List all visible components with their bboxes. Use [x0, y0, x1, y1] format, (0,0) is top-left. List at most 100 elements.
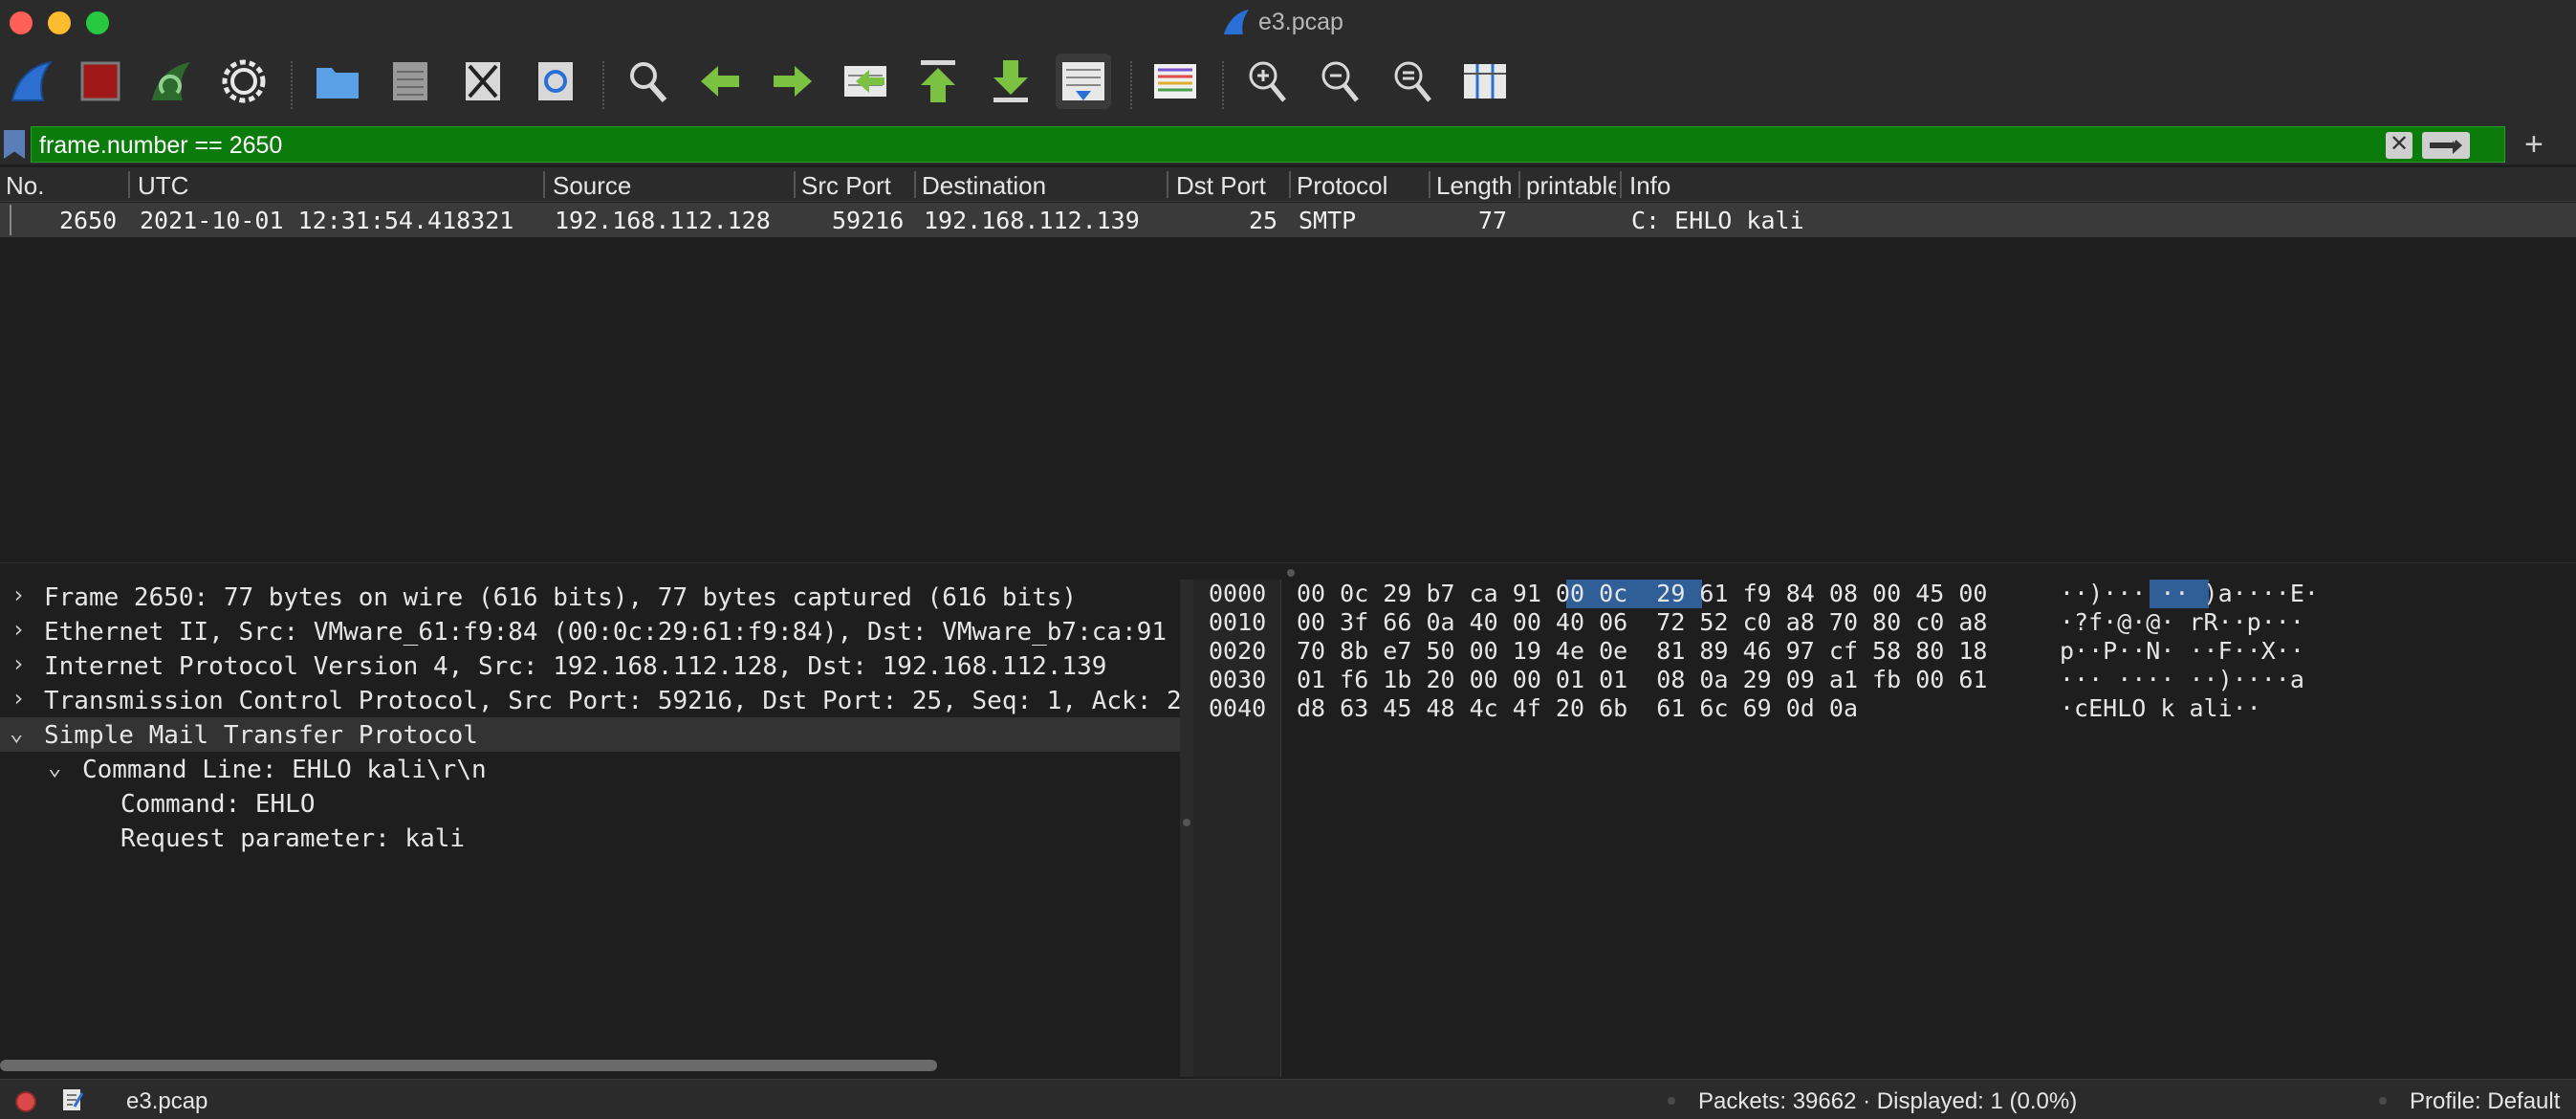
start-capture-button[interactable]: [4, 54, 59, 109]
add-filter-button-icon[interactable]: +: [2524, 126, 2543, 164]
byte-offset: 0030: [1209, 666, 1267, 693]
packet-no: 2650: [59, 207, 118, 234]
detail-tree-item-ethernet[interactable]: › Ethernet II, Src: VMware_61:f9:84 (00:…: [0, 614, 1180, 648]
resize-columns-button[interactable]: [1457, 54, 1513, 109]
display-filter-box: ✕: [31, 126, 2505, 163]
detail-text: Command: EHLO: [120, 790, 316, 819]
column-divider[interactable]: [1167, 171, 1168, 198]
minimize-window-button[interactable]: [48, 11, 71, 34]
status-bar: e3.pcap Packets: 39662 · Displayed: 1 (0…: [0, 1079, 2576, 1119]
column-header-info[interactable]: Info: [1629, 171, 1916, 201]
horizontal-pane-splitter[interactable]: [0, 562, 2576, 580]
colorize-button[interactable]: [1147, 54, 1203, 109]
column-header-destination[interactable]: Destination: [922, 171, 1161, 201]
detail-tree-item-request-parameter[interactable]: Request parameter: kali: [0, 821, 1180, 855]
arrow-right-icon: [2430, 137, 2462, 154]
toolbar-separator: [1222, 61, 1224, 109]
restart-fin-icon: [152, 62, 190, 100]
packet-utc: 2021-10-01 12:31:54.418321: [140, 207, 514, 234]
column-header-utc[interactable]: UTC: [138, 171, 539, 201]
column-header-protocol[interactable]: Protocol: [1297, 171, 1421, 201]
column-header-no[interactable]: No.: [6, 171, 120, 201]
hex-bytes[interactable]: 70 8b e7 50 00 19 4e 0e 81 89 46 97 cf 5…: [1297, 637, 1987, 665]
collapse-chevron-icon[interactable]: ⌄: [10, 719, 23, 746]
toolbar-separator: [602, 61, 604, 109]
detail-tree-item-command-line[interactable]: ⌄ Command Line: EHLO kali\r\n: [0, 752, 1180, 786]
clear-filter-icon[interactable]: ✕: [2386, 132, 2412, 159]
column-divider[interactable]: [1429, 171, 1430, 198]
stop-capture-button[interactable]: [73, 54, 128, 109]
zoom-in-button[interactable]: [1239, 54, 1295, 109]
detail-tree-item-smtp[interactable]: ⌄ Simple Mail Transfer Protocol: [0, 717, 1180, 752]
recent-filters-chevron-icon[interactable]: ▾: [2450, 128, 2458, 148]
expert-info-icon[interactable]: [15, 1091, 36, 1112]
ascii-bytes[interactable]: ·?f·@·@· rR··p···: [2060, 608, 2304, 636]
detail-tree-item-frame[interactable]: › Frame 2650: 77 bytes on wire (616 bits…: [0, 580, 1180, 614]
column-header-src-port[interactable]: Src Port: [801, 171, 916, 201]
go-to-packet-button[interactable]: [838, 54, 893, 109]
detail-tree-item-command[interactable]: Command: EHLO: [0, 786, 1180, 821]
hex-bytes[interactable]: 00 0c 29 b7 ca 91 00 0c 29 61 f9 84 08 0…: [1297, 580, 1987, 607]
save-file-button[interactable]: [382, 54, 438, 109]
go-first-button[interactable]: [910, 54, 966, 109]
close-file-button[interactable]: [455, 54, 511, 109]
column-header-source[interactable]: Source: [553, 171, 792, 201]
packet-details-pane: › Frame 2650: 77 bytes on wire (616 bits…: [0, 580, 1180, 1067]
column-divider[interactable]: [1620, 171, 1622, 198]
hex-bytes[interactable]: 01 f6 1b 20 00 00 01 01 08 0a 29 09 a1 f…: [1297, 666, 1987, 693]
collapse-chevron-icon[interactable]: ⌄: [48, 754, 61, 780]
detail-tree-item-tcp[interactable]: › Transmission Control Protocol, Src Por…: [0, 683, 1180, 717]
column-divider[interactable]: [794, 171, 796, 198]
expand-chevron-icon[interactable]: ›: [11, 616, 25, 643]
go-last-button[interactable]: [983, 54, 1038, 109]
apply-filter-button[interactable]: [2422, 132, 2470, 159]
expand-chevron-icon[interactable]: ›: [11, 685, 25, 712]
ascii-bytes[interactable]: p··P··N· ··F··X··: [2060, 637, 2304, 665]
hex-bytes[interactable]: 00 3f 66 0a 40 00 40 06 72 52 c0 a8 70 8…: [1297, 608, 1987, 636]
expand-chevron-icon[interactable]: ›: [11, 581, 25, 608]
gear-icon: [222, 59, 266, 103]
go-back-button[interactable]: [692, 54, 748, 109]
column-header-length[interactable]: Length: [1436, 171, 1515, 201]
detail-tree-item-ipv4[interactable]: › Internet Protocol Version 4, Src: 192.…: [0, 648, 1180, 683]
zoom-out-button[interactable]: [1312, 54, 1367, 109]
column-divider[interactable]: [128, 171, 130, 198]
toolbar-separator: [1130, 61, 1132, 109]
folder-icon: [317, 68, 359, 99]
file-grid-icon: [393, 62, 427, 100]
column-header-printable[interactable]: printable: [1526, 171, 1616, 201]
related-packet-marker: [10, 205, 11, 235]
packet-row[interactable]: 2650 2021-10-01 12:31:54.418321 192.168.…: [0, 203, 2576, 237]
title-bar: e3.pcap: [0, 0, 2576, 46]
column-divider[interactable]: [1289, 171, 1291, 198]
resize-columns-icon: [1464, 64, 1506, 99]
filter-bookmark-icon[interactable]: [4, 130, 25, 159]
go-forward-button[interactable]: [765, 54, 820, 109]
capture-options-button[interactable]: [216, 54, 272, 109]
packet-dst-port: 25: [1249, 207, 1278, 234]
vertical-pane-splitter[interactable]: [1180, 580, 1193, 1077]
find-packet-button[interactable]: [620, 54, 675, 109]
open-file-button[interactable]: [310, 54, 365, 109]
ascii-bytes[interactable]: ··)··· ·· )a····E·: [2060, 580, 2319, 607]
maximize-window-button[interactable]: [86, 11, 109, 34]
column-divider[interactable]: [543, 171, 545, 198]
ascii-bytes[interactable]: ··· ···· ··)····a: [2060, 666, 2304, 693]
expand-chevron-icon[interactable]: ›: [11, 650, 25, 677]
column-divider[interactable]: [914, 171, 916, 198]
display-filter-input[interactable]: [39, 132, 2334, 160]
auto-scroll-button[interactable]: [1056, 54, 1111, 109]
capture-comment-icon[interactable]: [61, 1087, 84, 1112]
ascii-bytes[interactable]: ·cEHLO k ali··: [2060, 694, 2261, 722]
status-packet-count: Packets: 39662 · Displayed: 1 (0.0%): [1698, 1088, 2078, 1114]
status-profile[interactable]: Profile: Default: [2410, 1088, 2560, 1115]
details-horizontal-scrollbar[interactable]: [0, 1060, 937, 1071]
zoom-normal-button[interactable]: [1385, 54, 1440, 109]
column-divider[interactable]: [1518, 171, 1520, 198]
close-window-button[interactable]: [10, 11, 33, 34]
reload-file-button[interactable]: [528, 54, 583, 109]
detail-text: Internet Protocol Version 4, Src: 192.16…: [44, 652, 1107, 681]
hex-bytes[interactable]: d8 63 45 48 4c 4f 20 6b 61 6c 69 0d 0a: [1297, 694, 1858, 722]
restart-capture-button[interactable]: [143, 54, 199, 109]
column-header-dst-port[interactable]: Dst Port: [1176, 171, 1291, 201]
